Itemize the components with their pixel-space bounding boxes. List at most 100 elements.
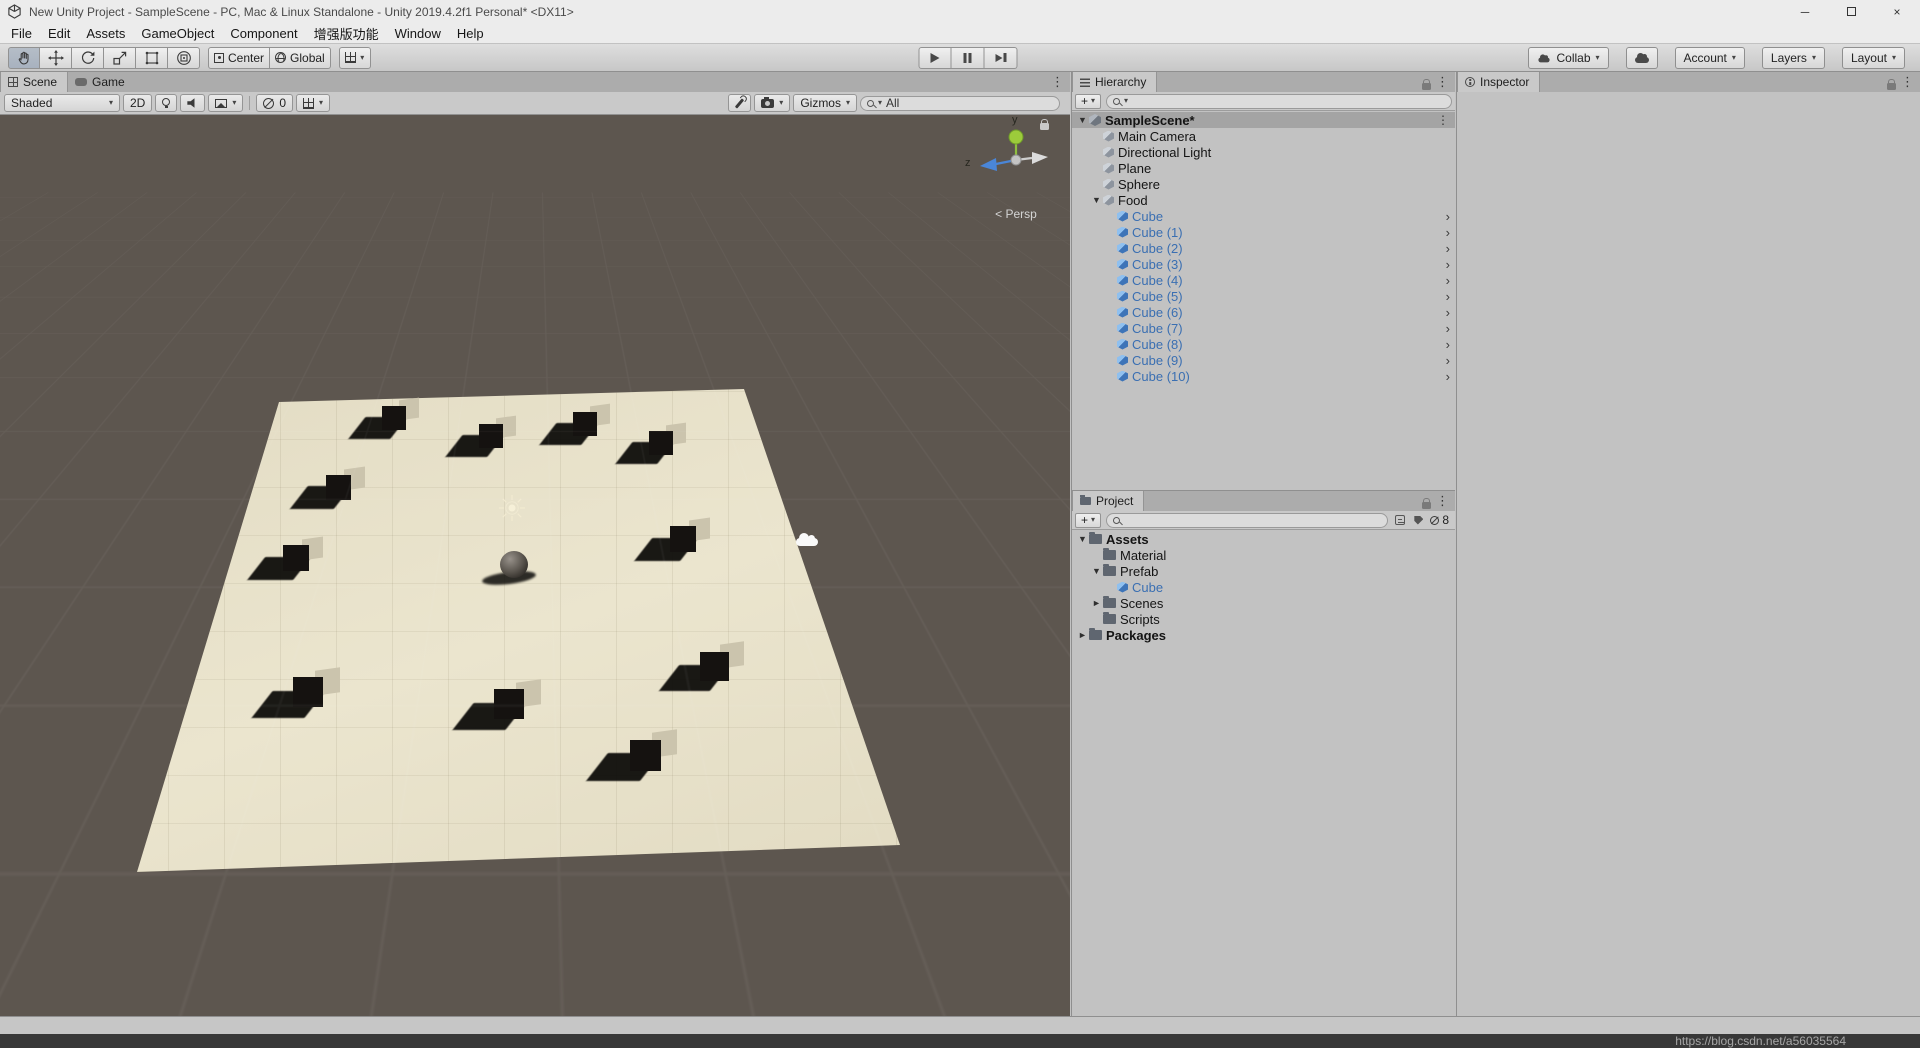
prefab-chevron-icon[interactable]: ›	[1446, 290, 1450, 303]
panel-menu-icon[interactable]: ⋮	[1901, 74, 1914, 90]
panel-menu-icon[interactable]: ⋮	[1051, 74, 1064, 90]
foldout-open-icon[interactable]: ▼	[1076, 115, 1089, 125]
menu-item-6[interactable]: 增强版功能	[306, 24, 387, 43]
hierarchy-row[interactable]: Cube (10) ›	[1072, 368, 1455, 384]
scene-effects-dropdown[interactable]: ▾	[208, 94, 244, 112]
grid-snap-button[interactable]: ▾	[338, 46, 371, 69]
hierarchy-row[interactable]: Cube (3) ›	[1072, 256, 1455, 272]
scene-viewport[interactable]: y z < Persp	[0, 115, 1070, 1016]
pause-button[interactable]	[951, 46, 985, 69]
hierarchy-row[interactable]: Cube (1) ›	[1072, 224, 1455, 240]
hierarchy-row[interactable]: Sphere	[1072, 176, 1455, 192]
hierarchy-search-field[interactable]: ▾	[1106, 93, 1452, 109]
rotate-tool-button[interactable]	[72, 46, 104, 69]
hierarchy-row[interactable]: Cube (4) ›	[1072, 272, 1455, 288]
layers-button[interactable]: Layers ▾	[1761, 46, 1825, 69]
project-row[interactable]: Material	[1072, 547, 1455, 563]
hierarchy-row[interactable]: Main Camera	[1072, 128, 1455, 144]
shading-mode-dropdown[interactable]: Shaded ▾	[4, 94, 120, 112]
grid-visibility-dropdown[interactable]: ▾	[296, 94, 331, 112]
transform-tool-button[interactable]	[168, 46, 200, 69]
foldout-open-icon[interactable]: ▼	[1090, 195, 1103, 205]
hierarchy-row[interactable]: Cube (5) ›	[1072, 288, 1455, 304]
project-row[interactable]: Cube	[1072, 579, 1455, 595]
menu-item-7[interactable]: Window	[387, 26, 449, 41]
menu-item-4[interactable]: GameObject	[133, 26, 222, 41]
hierarchy-row[interactable]: Cube (6) ›	[1072, 304, 1455, 320]
prefab-chevron-icon[interactable]: ›	[1446, 274, 1450, 287]
menu-item-3[interactable]: Assets	[78, 26, 133, 41]
project-row[interactable]: ► Scenes	[1072, 595, 1455, 611]
layout-button[interactable]: Layout ▾	[1841, 46, 1905, 69]
hierarchy-row[interactable]: Directional Light	[1072, 144, 1455, 160]
project-row[interactable]: ▼ Prefab	[1072, 563, 1455, 579]
prefab-chevron-icon[interactable]: ›	[1446, 306, 1450, 319]
scene-visibility-button[interactable]: 0	[256, 94, 294, 112]
account-button[interactable]: Account ▾	[1674, 46, 1745, 69]
hierarchy-row[interactable]: Cube (2) ›	[1072, 240, 1455, 256]
scene-sphere[interactable]	[500, 551, 528, 578]
tab-inspector[interactable]: Inspector	[1457, 72, 1541, 92]
project-search-field[interactable]	[1106, 512, 1389, 528]
tab-scene[interactable]: Scene	[0, 72, 69, 92]
rect-tool-button[interactable]	[136, 46, 168, 69]
directional-light-gizmo[interactable]	[498, 494, 526, 522]
space-toggle-button[interactable]: Global	[270, 46, 331, 69]
panel-lock[interactable]	[1422, 78, 1431, 93]
perspective-toggle[interactable]: < Persp	[975, 207, 1057, 221]
prefab-chevron-icon[interactable]: ›	[1446, 226, 1450, 239]
project-row[interactable]: Scripts	[1072, 611, 1455, 627]
close-button[interactable]: ×	[1874, 0, 1920, 23]
foldout-open-icon[interactable]: ▼	[1090, 566, 1103, 576]
prefab-chevron-icon[interactable]: ›	[1446, 370, 1450, 383]
scene-menu-icon[interactable]: ⋮	[1437, 113, 1449, 127]
panel-lock[interactable]	[1422, 497, 1431, 512]
prefab-chevron-icon[interactable]: ›	[1446, 210, 1450, 223]
project-row[interactable]: ► Packages	[1072, 627, 1455, 643]
component-tools-button[interactable]	[728, 94, 752, 112]
hierarchy-row[interactable]: ▼ Food	[1072, 192, 1455, 208]
scene-camera-dropdown[interactable]: ▾	[754, 94, 791, 112]
menu-item-8[interactable]: Help	[449, 26, 492, 41]
foldout-closed-icon[interactable]: ►	[1090, 598, 1103, 608]
hierarchy-row[interactable]: Plane	[1072, 160, 1455, 176]
hierarchy-row[interactable]: Cube (9) ›	[1072, 352, 1455, 368]
hierarchy-row[interactable]: Cube (7) ›	[1072, 320, 1455, 336]
menu-item-2[interactable]: Edit	[40, 26, 78, 41]
panel-menu-icon[interactable]: ⋮	[1436, 74, 1449, 90]
prefab-chevron-icon[interactable]: ›	[1446, 242, 1450, 255]
search-by-type-button[interactable]	[1393, 513, 1407, 528]
create-menu-button[interactable]: + ▾	[1075, 93, 1102, 109]
gizmos-dropdown[interactable]: Gizmos ▾	[793, 94, 857, 112]
create-asset-button[interactable]: + ▾	[1075, 512, 1102, 528]
prefab-chevron-icon[interactable]: ›	[1446, 258, 1450, 271]
collab-button[interactable]: Collab ▾	[1528, 46, 1609, 69]
gizmo-lock-icon[interactable]	[1040, 119, 1049, 130]
scene-lighting-button[interactable]	[155, 94, 178, 112]
tab-game[interactable]: Game	[68, 72, 135, 92]
hierarchy-row-scene[interactable]: ▼ SampleScene* ⋮	[1072, 112, 1455, 128]
2d-toggle-button[interactable]: 2D	[123, 94, 153, 112]
prefab-chevron-icon[interactable]: ›	[1446, 322, 1450, 335]
tab-project[interactable]: Project	[1072, 491, 1145, 511]
hand-tool-button[interactable]	[8, 46, 40, 69]
scene-search-field[interactable]: ▾ All	[860, 95, 1060, 111]
panel-menu-icon[interactable]: ⋮	[1436, 493, 1449, 509]
play-button[interactable]	[918, 46, 952, 69]
scale-tool-button[interactable]	[104, 46, 136, 69]
pivot-toggle-button[interactable]: Center	[208, 46, 271, 69]
minimize-button[interactable]: ─	[1782, 0, 1828, 23]
move-tool-button[interactable]	[40, 46, 72, 69]
panel-lock[interactable]	[1887, 78, 1896, 93]
project-row[interactable]: ▼ Assets	[1072, 531, 1455, 547]
cloud-services-button[interactable]	[1625, 46, 1658, 69]
scene-audio-button[interactable]	[180, 94, 206, 112]
search-by-label-button[interactable]	[1412, 513, 1425, 528]
prefab-chevron-icon[interactable]: ›	[1446, 338, 1450, 351]
prefab-chevron-icon[interactable]: ›	[1446, 354, 1450, 367]
foldout-closed-icon[interactable]: ►	[1076, 630, 1089, 640]
hierarchy-row[interactable]: Cube (8) ›	[1072, 336, 1455, 352]
menu-item-5[interactable]: Component	[222, 26, 305, 41]
hierarchy-row[interactable]: Cube ›	[1072, 208, 1455, 224]
step-button[interactable]	[984, 46, 1018, 69]
